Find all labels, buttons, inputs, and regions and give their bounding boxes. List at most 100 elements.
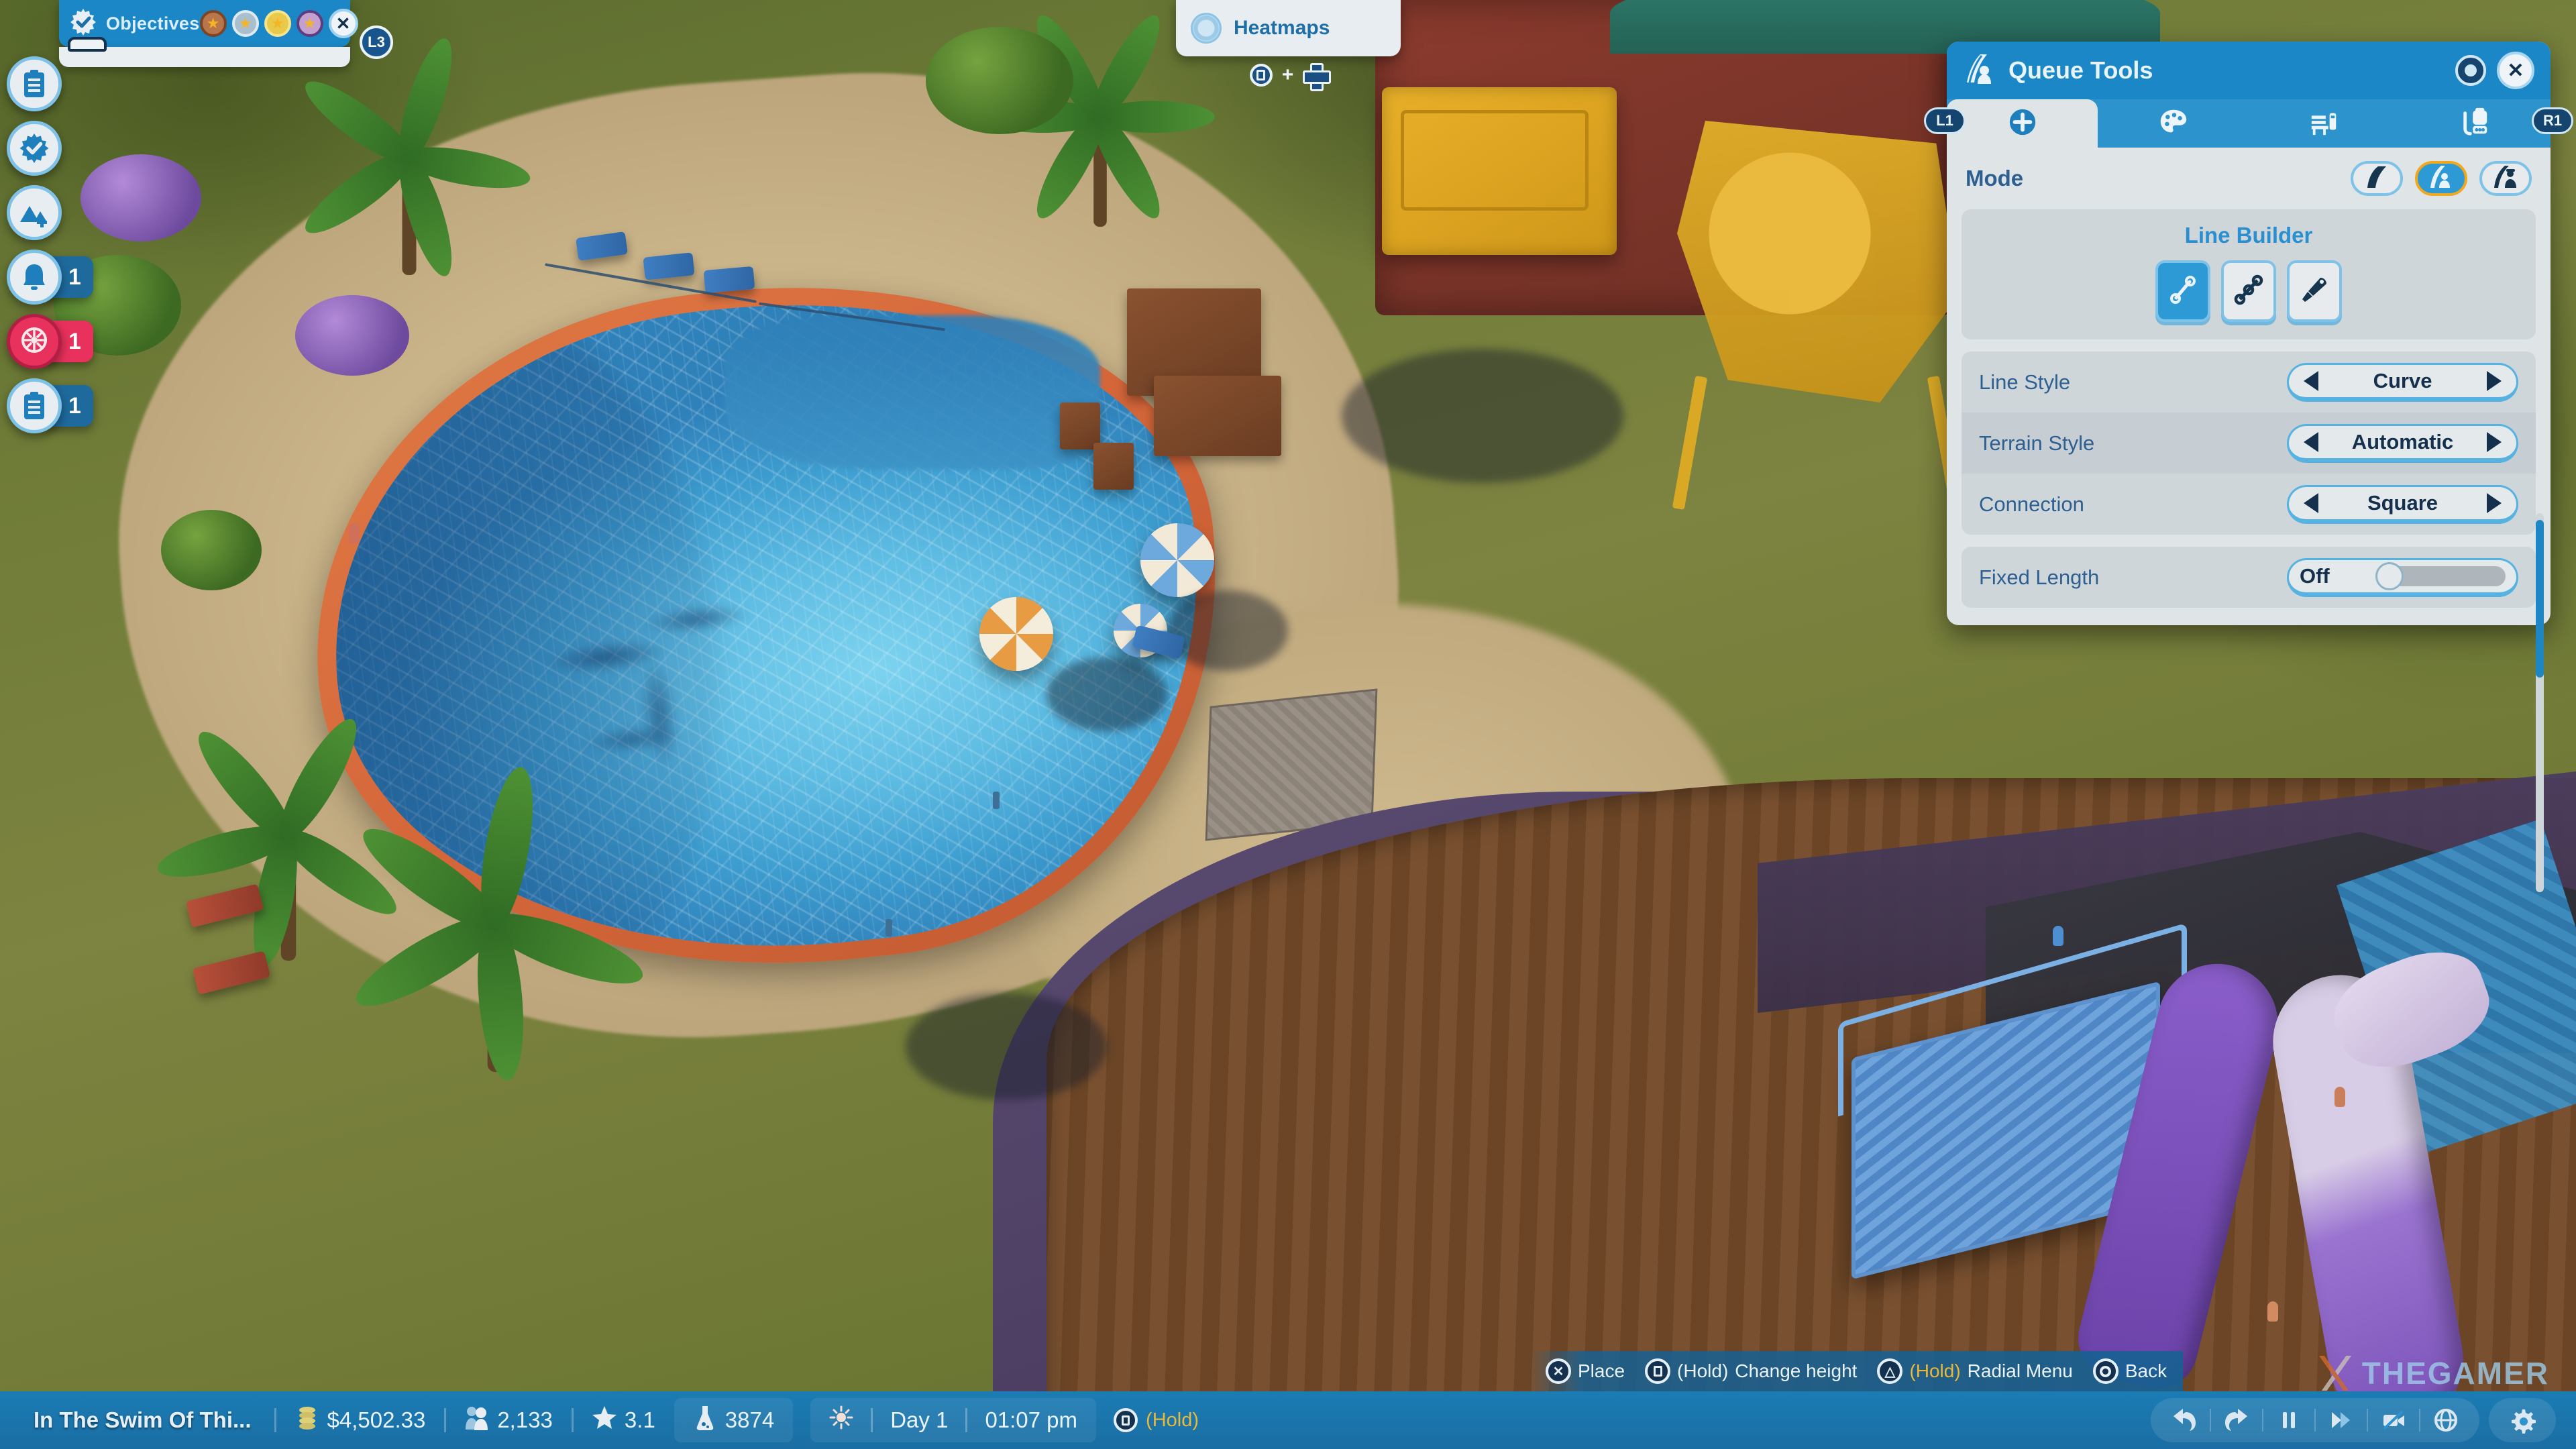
stat-rating[interactable]: 3.1 bbox=[574, 1404, 674, 1436]
tab-scenery[interactable] bbox=[2249, 99, 2400, 148]
objective-star-badge[interactable]: ★ bbox=[199, 10, 227, 37]
chevron-left-icon[interactable] bbox=[2304, 431, 2318, 452]
sun-icon bbox=[829, 1404, 853, 1436]
stat-guests[interactable]: 2,133 bbox=[446, 1404, 572, 1436]
heatmaps-button[interactable]: Heatmaps bbox=[1176, 0, 1401, 56]
terrain-style-stepper[interactable]: Automatic bbox=[2287, 423, 2518, 463]
bottom-status-bar[interactable]: In The Swim Of Thi... $4,502.33 2,133 3.… bbox=[0, 1391, 2576, 1449]
watermark: THEGAMER bbox=[2314, 1355, 2549, 1391]
park-guest bbox=[2267, 1301, 2278, 1322]
status-right-controls[interactable] bbox=[2151, 1398, 2576, 1442]
setting-row-terrain-style: Terrain Style Automatic bbox=[1962, 413, 2536, 474]
objective-star-badge[interactable]: ★ bbox=[264, 10, 291, 37]
chevron-left-icon[interactable] bbox=[2304, 492, 2318, 513]
building-yellow-container bbox=[1382, 87, 1617, 255]
mode-label: Mode bbox=[1966, 166, 2024, 191]
clipboard-icon[interactable] bbox=[7, 56, 62, 111]
settings-controls[interactable] bbox=[2489, 1398, 2556, 1442]
tab-build[interactable] bbox=[1947, 99, 2098, 148]
sidebar-item-notifications[interactable]: 1 bbox=[7, 245, 168, 309]
toggle-knob[interactable] bbox=[2375, 561, 2404, 590]
bell-icon[interactable] bbox=[7, 250, 62, 305]
playback-controls[interactable] bbox=[2151, 1398, 2479, 1442]
clipboard-icon[interactable] bbox=[7, 378, 62, 433]
globe-icon[interactable] bbox=[2420, 1398, 2471, 1442]
gear-icon[interactable] bbox=[2497, 1398, 2548, 1442]
sidebar-item-clipboard[interactable] bbox=[7, 52, 168, 116]
tab-paint[interactable] bbox=[2098, 99, 2249, 148]
tab-queue-entrance[interactable] bbox=[2400, 99, 2551, 148]
fast-forward-icon[interactable] bbox=[2316, 1398, 2367, 1442]
pause-icon[interactable] bbox=[2263, 1398, 2314, 1442]
hint-change-height: (Hold) Change height bbox=[1645, 1358, 1857, 1384]
heatmaps-widget[interactable]: Heatmaps + bbox=[1176, 0, 1401, 91]
queue-entrance-icon bbox=[2460, 107, 2491, 141]
hint-label: Radial Menu bbox=[1967, 1360, 2073, 1381]
queue-tools-panel[interactable]: Queue Tools ✕ L1 R1 Mode Line Builder Li… bbox=[1924, 42, 2573, 892]
fixed-length-toggle[interactable]: Off bbox=[2287, 557, 2518, 597]
triangle-button-icon: △ bbox=[1877, 1358, 1903, 1384]
ferris-wheel-alert-icon[interactable] bbox=[7, 314, 62, 369]
camera-off-icon[interactable] bbox=[2368, 1398, 2419, 1442]
queue-tools-title: Queue Tools bbox=[2008, 56, 2153, 84]
stat-money[interactable]: $4,502.33 bbox=[276, 1404, 445, 1436]
chevron-right-icon[interactable] bbox=[2486, 492, 2502, 513]
sidebar-item-objectives[interactable] bbox=[7, 116, 168, 180]
queue-tools-header-actions[interactable]: ✕ bbox=[2455, 52, 2534, 89]
target-circle-icon[interactable] bbox=[2455, 55, 2486, 86]
undo-icon[interactable] bbox=[2159, 1398, 2210, 1442]
umbrella-shadow bbox=[1046, 657, 1167, 731]
sidebar-item-ride-alerts[interactable]: 1 bbox=[7, 309, 168, 374]
path-staff-icon bbox=[2492, 165, 2519, 193]
queue-settings-list-secondary: Fixed Length Off bbox=[1962, 547, 2536, 608]
close-icon[interactable]: ✕ bbox=[2497, 52, 2534, 89]
queue-tools-body: Mode Line Builder Line Style Curve Terra… bbox=[1947, 148, 2551, 892]
stat-time[interactable]: Day 1 01:07 pm bbox=[810, 1398, 1097, 1442]
redo-icon[interactable] bbox=[2211, 1398, 2262, 1442]
queue-tools-tabbar[interactable]: L1 R1 bbox=[1924, 99, 2573, 148]
connection-stepper[interactable]: Square bbox=[2287, 484, 2518, 524]
rating-value: 3.1 bbox=[624, 1407, 655, 1432]
sidebar-item-tasks[interactable]: 1 bbox=[7, 374, 168, 438]
circle-button-icon bbox=[2092, 1358, 2118, 1384]
paint-brush-button[interactable] bbox=[2287, 260, 2342, 322]
chevron-left-icon[interactable] bbox=[2304, 370, 2318, 391]
line-builder-options[interactable] bbox=[1962, 260, 2536, 322]
coins-icon bbox=[295, 1404, 319, 1436]
queue-settings-list: Line Style Curve Terrain Style Automatic… bbox=[1962, 352, 2536, 535]
divider bbox=[965, 1408, 968, 1432]
hint-label: Back bbox=[2125, 1360, 2167, 1381]
mode-path-queue-button[interactable] bbox=[2415, 161, 2467, 196]
mode-path-staff-button[interactable] bbox=[2479, 161, 2532, 196]
sidebar-collapse-tab[interactable] bbox=[68, 37, 107, 52]
fixed-length-value: Off bbox=[2300, 564, 2330, 588]
stat-research[interactable]: 3874 bbox=[674, 1398, 794, 1442]
mode-options[interactable] bbox=[2351, 161, 2532, 196]
chain-nodes-button[interactable] bbox=[2221, 260, 2276, 322]
objectives-close-button[interactable]: ✕ bbox=[328, 9, 358, 38]
chevron-right-icon[interactable] bbox=[2487, 370, 2502, 391]
objectives-stars: ★ ★ ★ ★ ✕ bbox=[199, 9, 358, 38]
panel-scrollbar[interactable] bbox=[2536, 513, 2544, 892]
terrain-add-icon[interactable] bbox=[7, 185, 62, 240]
hint-place: ✕ Place bbox=[1546, 1358, 1625, 1384]
line-style-stepper[interactable]: Curve bbox=[2287, 362, 2518, 402]
square-button-icon bbox=[1114, 1408, 1138, 1432]
left-sidebar[interactable]: 1 1 1 bbox=[7, 37, 168, 438]
chevron-right-icon[interactable] bbox=[2486, 431, 2502, 452]
hint-label: Change height bbox=[1735, 1360, 1858, 1381]
toggle-track[interactable] bbox=[2375, 561, 2506, 590]
objective-star-badge[interactable]: ★ bbox=[231, 10, 259, 37]
rosette-check-icon[interactable] bbox=[7, 121, 62, 176]
mode-path-plain-button[interactable] bbox=[2351, 161, 2403, 196]
setting-row-line-style: Line Style Curve bbox=[1962, 352, 2536, 413]
line-segment-button[interactable] bbox=[2155, 260, 2210, 322]
setting-row-fixed-length: Fixed Length Off bbox=[1962, 547, 2536, 608]
sidebar-item-terrain[interactable] bbox=[7, 180, 168, 245]
hint-label: Place bbox=[1578, 1360, 1625, 1381]
objective-star-badge[interactable]: ★ bbox=[296, 10, 323, 37]
guests-value: 2,133 bbox=[497, 1407, 553, 1432]
panel-scrollbar-thumb[interactable] bbox=[2536, 520, 2544, 678]
objectives-l3-hint: L3 bbox=[360, 25, 393, 59]
setting-label: Terrain Style bbox=[1979, 431, 2095, 455]
